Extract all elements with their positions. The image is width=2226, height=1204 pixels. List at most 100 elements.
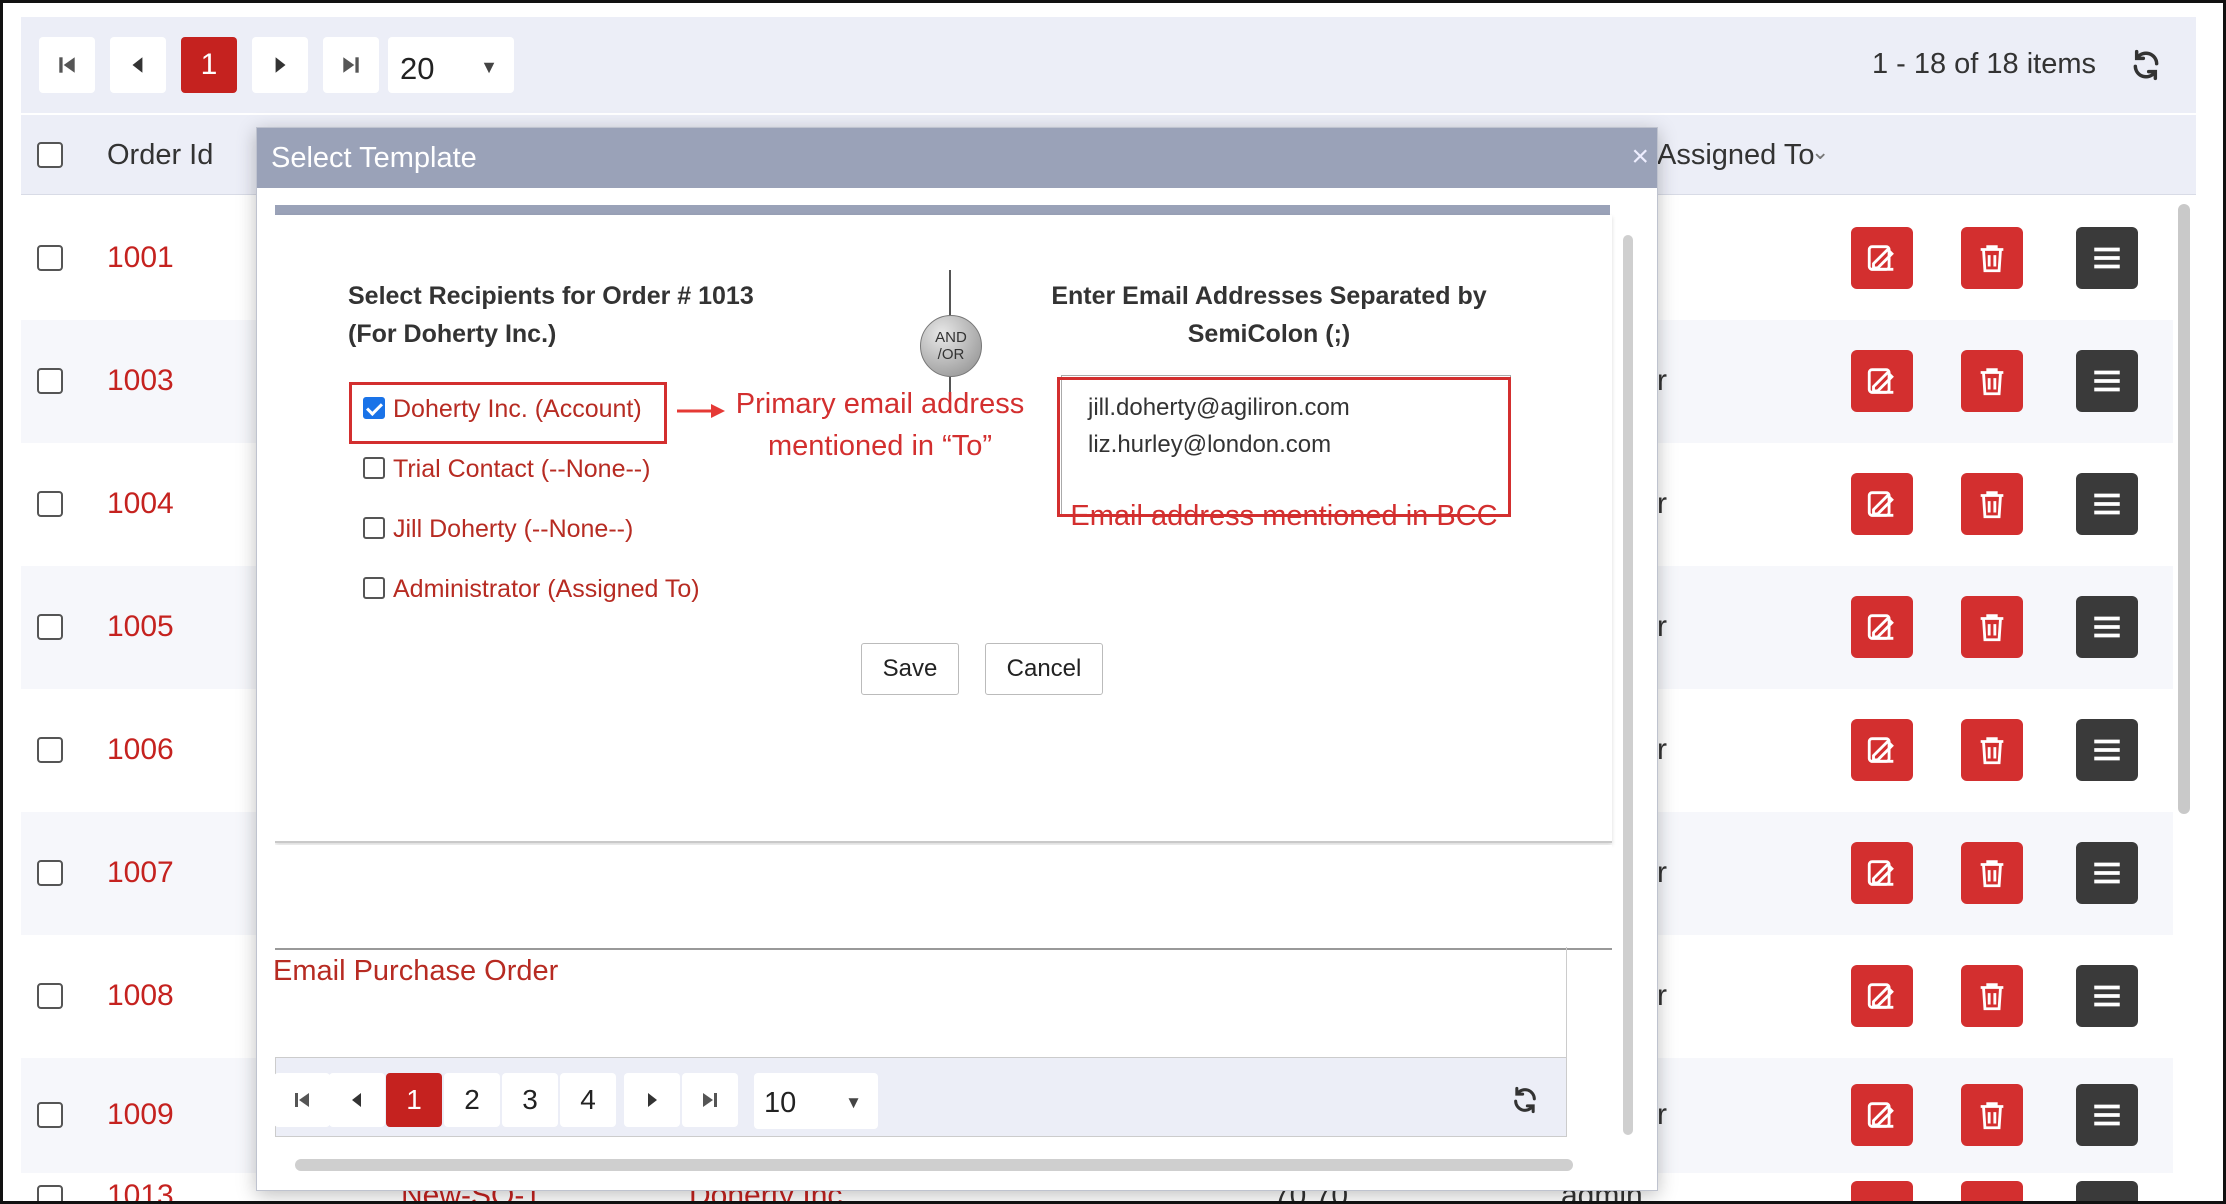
- trash-icon: [1980, 614, 2004, 642]
- grid-scrollbar[interactable]: [2175, 198, 2193, 1201]
- delete-button[interactable]: [1961, 1084, 2023, 1146]
- row-menu-button[interactable]: [2076, 842, 2138, 904]
- row-menu-button[interactable]: [2076, 473, 2138, 535]
- delete-button[interactable]: [1961, 227, 2023, 289]
- row-menu-button[interactable]: [2076, 227, 2138, 289]
- row-checkbox[interactable]: [37, 614, 63, 640]
- row-checkbox[interactable]: [37, 245, 63, 271]
- edit-button[interactable]: [1851, 350, 1913, 412]
- edit-button[interactable]: [1851, 1084, 1913, 1146]
- edit-button[interactable]: [1851, 596, 1913, 658]
- row-menu-button[interactable]: [2076, 350, 2138, 412]
- chevron-down-icon: ▼: [845, 1093, 862, 1112]
- select-all-checkbox[interactable]: [37, 142, 63, 168]
- column-header-assigned-to[interactable]: Assigned To: [1657, 139, 1814, 172]
- edit-icon: [1867, 491, 1894, 517]
- recipient-checkbox[interactable]: [363, 517, 385, 539]
- modal-horizontal-scrollbar-thumb[interactable]: [295, 1159, 1573, 1171]
- row-checkbox[interactable]: [37, 983, 63, 1009]
- delete-button[interactable]: [1961, 1181, 2023, 1201]
- select-template-modal: Select Template × Select Recipients for …: [256, 127, 1658, 1191]
- page-size-select[interactable]: 10 ▼: [754, 1073, 878, 1129]
- delete-button[interactable]: [1961, 965, 2023, 1027]
- delete-button[interactable]: [1961, 842, 2023, 904]
- column-menu-icon[interactable]: ⌄: [1811, 139, 1829, 165]
- order-id-link[interactable]: 1013: [107, 1179, 174, 1201]
- order-id-link[interactable]: 1006: [107, 733, 174, 767]
- edit-button[interactable]: [1851, 473, 1913, 535]
- close-icon[interactable]: ×: [1631, 140, 1649, 174]
- row-checkbox[interactable]: [37, 491, 63, 517]
- highlight-box-to: [349, 382, 667, 444]
- page-3-button[interactable]: 3: [502, 1073, 558, 1127]
- edit-icon: [1867, 1102, 1894, 1128]
- edit-button[interactable]: [1851, 719, 1913, 781]
- delete-button[interactable]: [1961, 350, 2023, 412]
- row-menu-button[interactable]: [2076, 719, 2138, 781]
- row-menu-button[interactable]: [2076, 1181, 2138, 1201]
- edit-button[interactable]: [1851, 1181, 1913, 1201]
- order-id-link[interactable]: 1005: [107, 610, 174, 644]
- row-checkbox[interactable]: [37, 860, 63, 886]
- order-id-link[interactable]: 1004: [107, 487, 174, 521]
- grid-scrollbar-thumb[interactable]: [2178, 204, 2190, 814]
- column-header-order-id[interactable]: Order Id: [107, 139, 213, 172]
- refresh-icon[interactable]: [1511, 1086, 1539, 1114]
- last-page-button[interactable]: [323, 37, 379, 93]
- row-checkbox[interactable]: [37, 737, 63, 763]
- recipient-checkbox[interactable]: [363, 577, 385, 599]
- recipients-title: Select Recipients for Order # 1013 (For …: [348, 277, 754, 353]
- recipient-option[interactable]: Administrator (Assigned To): [363, 575, 700, 604]
- template-pager: 1 2 3 4 10 ▼: [275, 1057, 1567, 1137]
- order-id-link[interactable]: 1003: [107, 364, 174, 398]
- last-page-button[interactable]: [682, 1073, 738, 1127]
- prev-page-button[interactable]: [110, 37, 166, 93]
- page-1-button[interactable]: 1: [181, 37, 237, 93]
- annotation-to-line2: mentioned in “To”: [767, 430, 993, 462]
- trash-icon: [1980, 860, 2004, 888]
- page-4-button[interactable]: 4: [560, 1073, 616, 1127]
- order-id-link[interactable]: 1007: [107, 856, 174, 890]
- first-page-button[interactable]: [275, 1073, 330, 1127]
- template-name[interactable]: Email Purchase Order: [275, 955, 558, 988]
- hamburger-icon: [2094, 616, 2120, 638]
- next-page-button[interactable]: [252, 37, 308, 93]
- modal-vertical-scrollbar[interactable]: [1620, 235, 1636, 1135]
- trash-icon: [1980, 1102, 2004, 1130]
- page-2-button[interactable]: 2: [444, 1073, 500, 1127]
- first-page-button[interactable]: [39, 37, 95, 93]
- order-id-link[interactable]: 1009: [107, 1098, 174, 1132]
- order-id-link[interactable]: 1008: [107, 979, 174, 1013]
- order-id-link[interactable]: 1001: [107, 241, 174, 275]
- refresh-icon[interactable]: [2130, 49, 2162, 81]
- trash-icon: [1980, 245, 2004, 273]
- page-1-button[interactable]: 1: [386, 1073, 442, 1127]
- template-row[interactable]: Email Purchase Order: [275, 947, 1567, 1057]
- recipient-option[interactable]: Jill Doherty (--None--): [363, 515, 633, 544]
- next-page-icon: [648, 1093, 657, 1107]
- row-menu-button[interactable]: [2076, 596, 2138, 658]
- row-menu-button[interactable]: [2076, 1084, 2138, 1146]
- delete-button[interactable]: [1961, 473, 2023, 535]
- recipient-option[interactable]: Trial Contact (--None--): [363, 455, 650, 484]
- recipient-checkbox[interactable]: [363, 457, 385, 479]
- row-checkbox[interactable]: [37, 1185, 63, 1201]
- modal-horizontal-scrollbar[interactable]: [295, 1155, 1573, 1175]
- save-button[interactable]: Save: [861, 643, 959, 695]
- edit-button[interactable]: [1851, 842, 1913, 904]
- row-checkbox[interactable]: [37, 368, 63, 394]
- next-page-button[interactable]: [624, 1073, 680, 1127]
- grid-pager: 1 20 ▼ 1 - 18 of 18 items: [21, 17, 2196, 113]
- modal-vertical-scrollbar-thumb[interactable]: [1623, 235, 1633, 1135]
- edit-button[interactable]: [1851, 227, 1913, 289]
- cancel-button[interactable]: Cancel: [985, 643, 1103, 695]
- delete-button[interactable]: [1961, 719, 2023, 781]
- prev-page-button[interactable]: [329, 1073, 385, 1127]
- delete-button[interactable]: [1961, 596, 2023, 658]
- recipients-title-line1: Select Recipients for Order # 1013: [348, 282, 754, 310]
- row-checkbox[interactable]: [37, 1102, 63, 1128]
- edit-button[interactable]: [1851, 965, 1913, 1027]
- page-size-value: 20: [400, 51, 435, 86]
- page-size-select[interactable]: 20 ▼: [388, 37, 514, 93]
- row-menu-button[interactable]: [2076, 965, 2138, 1027]
